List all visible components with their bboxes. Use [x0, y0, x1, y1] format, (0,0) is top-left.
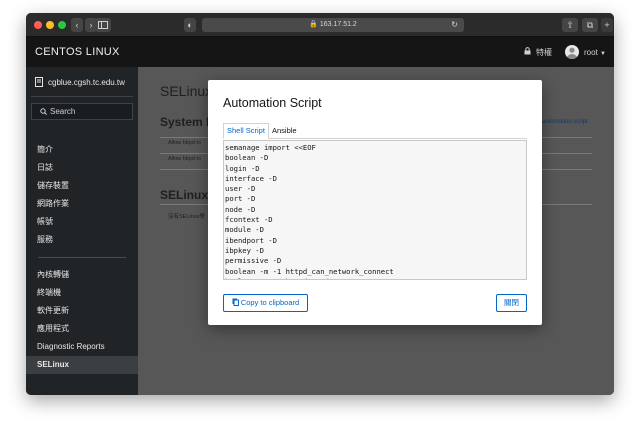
page-title: SELinux — [160, 83, 213, 99]
code-line: port -D — [225, 194, 256, 204]
address-bar[interactable]: 🔒 163.17.51.2 ↻ — [202, 18, 464, 32]
nav-divider — [38, 257, 126, 258]
copy-icon — [232, 298, 239, 306]
script-code-block[interactable]: semanage import <<EOF boolean -D login -D i… — [223, 140, 527, 280]
modification-row: Allow httpd to — [168, 140, 202, 146]
search-icon — [40, 108, 47, 115]
search-placeholder: Search — [50, 107, 76, 116]
nav-item-diagnostic-reports[interactable]: Diagnostic Reports — [26, 338, 138, 356]
tab-shell-script[interactable]: Shell Script — [223, 123, 269, 139]
nav-item-logs[interactable]: 日誌 — [26, 159, 138, 177]
nav-item-storage[interactable]: 儲存裝置 — [26, 177, 138, 195]
caret-down-icon: ▼ — [600, 50, 606, 57]
code-line: module -D — [225, 225, 264, 235]
automation-script-dialog: Automation Script Shell Script Ansible s… — [208, 80, 542, 325]
code-line: fcontext -D — [225, 215, 273, 225]
nav-item-overview[interactable]: 簡介 — [26, 141, 138, 159]
nav-item-kdump[interactable]: 內核轉儲 — [26, 266, 138, 284]
host-switcher[interactable]: cgblue.cgsh.tc.edu.tw — [35, 77, 125, 87]
app-header: CENTOS LINUX 特權 root ▼ — [26, 37, 614, 67]
nav-item-selinux[interactable]: SELinux — [26, 356, 138, 374]
server-icon — [35, 77, 43, 87]
copy-to-clipboard-button[interactable]: Copy to clipboard — [223, 294, 308, 312]
privileges-button[interactable]: 特權 — [536, 47, 552, 58]
browser-titlebar: ‹ › ◐ 🔒 163.17.51.2 ↻ ⇧ ⧉ + — [26, 13, 614, 37]
share-icon[interactable]: ⇧ — [562, 18, 578, 32]
empty-alerts-text: 沒有SELinux警 — [168, 214, 205, 220]
tab-ansible[interactable]: Ansible — [269, 123, 300, 139]
copy-label: Copy to clipboard — [240, 298, 300, 307]
tabs-overview-icon[interactable]: ⧉ — [582, 18, 598, 32]
sidebar: cgblue.cgsh.tc.edu.tw Search 簡介 日誌 儲存裝置 … — [26, 67, 138, 395]
sidebar-toggle-icon[interactable] — [95, 18, 111, 32]
code-line: ibendport -D — [225, 235, 277, 245]
code-line: interface -D — [225, 173, 277, 183]
header-actions: 特權 root ▼ — [524, 44, 606, 60]
close-dialog-button[interactable]: 關閉 — [496, 294, 527, 312]
dialog-title: Automation Script — [223, 96, 322, 110]
nav-item-networking[interactable]: 網路作業 — [26, 195, 138, 213]
nav-item-software-updates[interactable]: 軟件更新 — [26, 302, 138, 320]
code-line: boolean -m -1 httpd_read_user_content — [225, 277, 526, 279]
nav-item-accounts[interactable]: 帳號 — [26, 213, 138, 231]
new-tab-button[interactable]: + — [601, 18, 613, 32]
search-input[interactable]: Search — [31, 103, 133, 120]
modification-row: Allow httpd to — [168, 156, 202, 162]
host-name: cgblue.cgsh.tc.edu.tw — [48, 77, 125, 87]
privacy-shield-icon[interactable]: ◐ — [184, 18, 196, 32]
avatar — [565, 45, 580, 59]
automation-script-link[interactable]: automation script — [542, 119, 588, 125]
close-window-button[interactable] — [34, 21, 42, 29]
code-line: permissive -D — [225, 256, 282, 266]
brand-title: CENTOS LINUX — [35, 46, 120, 58]
nav-item-terminal[interactable]: 終端機 — [26, 284, 138, 302]
code-line: boolean -m -1 httpd_can_network_connect — [225, 266, 394, 276]
code-line: boolean -D — [225, 153, 269, 163]
nav-item-services[interactable]: 服務 — [26, 231, 138, 249]
minimize-window-button[interactable] — [46, 21, 54, 29]
maximize-window-button[interactable] — [58, 21, 66, 29]
code-line: login -D — [225, 163, 260, 173]
nav-item-applications[interactable]: 應用程式 — [26, 320, 138, 338]
lock-icon — [524, 47, 531, 57]
code-line: node -D — [225, 204, 256, 214]
user-name: root — [584, 47, 598, 57]
code-line: ibpkey -D — [225, 245, 264, 255]
address-text: 🔒 163.17.51.2 — [309, 21, 357, 28]
user-menu[interactable]: root ▼ — [584, 48, 606, 57]
divider — [31, 96, 133, 97]
reload-icon[interactable]: ↻ — [451, 18, 458, 32]
code-line: semanage import <<EOF — [225, 143, 316, 152]
back-button[interactable]: ‹ — [71, 18, 83, 32]
code-line: user -D — [225, 184, 256, 194]
